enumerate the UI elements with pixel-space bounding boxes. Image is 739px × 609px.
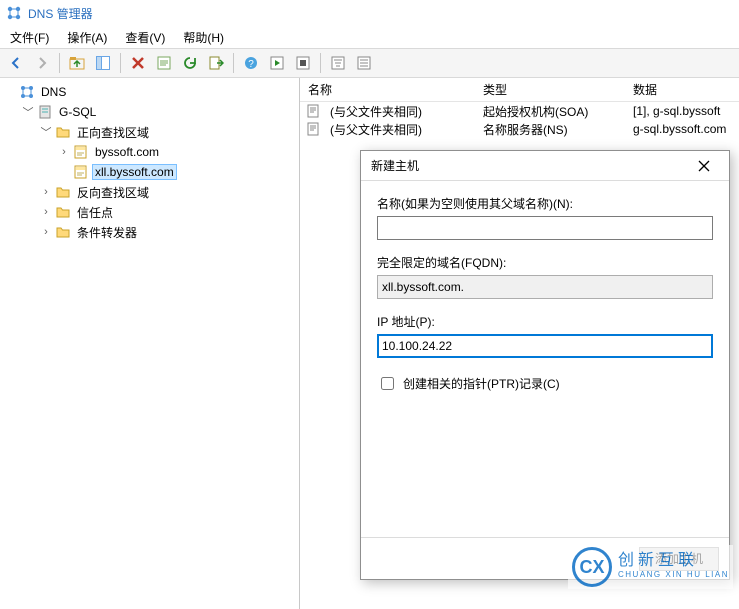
fqdn-label: 完全限定的域名(FQDN): bbox=[377, 254, 713, 271]
export-button[interactable] bbox=[204, 51, 228, 75]
menu-action[interactable]: 操作(A) bbox=[59, 27, 115, 48]
properties-button[interactable] bbox=[152, 51, 176, 75]
tree-node-zone-byssoft[interactable]: › byssoft.com bbox=[58, 142, 299, 162]
tree-label: 条件转发器 bbox=[74, 223, 140, 242]
folder-icon bbox=[55, 204, 71, 220]
ptr-checkbox-row[interactable]: 创建相关的指针(PTR)记录(C) bbox=[377, 374, 713, 393]
folder-icon bbox=[55, 184, 71, 200]
forward-button[interactable] bbox=[30, 51, 54, 75]
list-row[interactable]: (与父文件夹相同) 名称服务器(NS) g-sql.byssoft.com bbox=[300, 120, 739, 138]
tree-node-trust-points[interactable]: › 信任点 bbox=[40, 202, 299, 222]
chevron-right-icon[interactable]: › bbox=[58, 146, 70, 158]
zone-icon bbox=[73, 144, 89, 160]
record-icon bbox=[306, 103, 322, 119]
help-button[interactable]: ? bbox=[239, 51, 263, 75]
ip-input[interactable] bbox=[377, 334, 713, 358]
ptr-checkbox[interactable] bbox=[381, 377, 394, 390]
dialog-title: 新建主机 bbox=[371, 157, 419, 174]
tree-pane[interactable]: DNS ﹀ G-SQL ﹀ bbox=[0, 78, 300, 609]
server-icon bbox=[37, 104, 53, 120]
column-name[interactable]: 名称 bbox=[300, 78, 475, 101]
dialog-body: 名称(如果为空则使用其父域名称)(N): 完全限定的域名(FQDN): IP 地… bbox=[361, 181, 729, 537]
folder-icon bbox=[55, 224, 71, 240]
watermark-text: 创新互联 bbox=[618, 553, 729, 569]
back-button[interactable] bbox=[4, 51, 28, 75]
toolbar: ? bbox=[0, 48, 739, 78]
tree-label: byssoft.com bbox=[92, 144, 162, 160]
menu-bar: 文件(F) 操作(A) 查看(V) 帮助(H) bbox=[0, 26, 739, 48]
separator bbox=[233, 53, 234, 73]
close-button[interactable] bbox=[687, 155, 721, 177]
cell-name: (与父文件夹相同) bbox=[322, 102, 475, 121]
list-row[interactable]: (与父文件夹相同) 起始授权机构(SOA) [1], g-sql.byssoft bbox=[300, 102, 739, 120]
name-label: 名称(如果为空则使用其父域名称)(N): bbox=[377, 195, 713, 212]
tree-label: 正向查找区域 bbox=[74, 123, 152, 142]
dns-root-icon bbox=[19, 84, 35, 100]
zone-icon bbox=[73, 164, 89, 180]
watermark: CX 创新互联 CHUANG XIN HU LIAN bbox=[568, 545, 733, 589]
ptr-label: 创建相关的指针(PTR)记录(C) bbox=[403, 375, 560, 392]
tree-label: DNS bbox=[38, 84, 69, 100]
separator bbox=[59, 53, 60, 73]
menu-help[interactable]: 帮助(H) bbox=[175, 27, 232, 48]
chevron-right-icon[interactable]: › bbox=[40, 226, 52, 238]
tree-label: G-SQL bbox=[56, 104, 99, 120]
tree-node-zone-xll[interactable]: xll.byssoft.com bbox=[58, 162, 299, 182]
tree-label-selected: xll.byssoft.com bbox=[92, 164, 177, 180]
filter-button[interactable] bbox=[326, 51, 350, 75]
stop-button[interactable] bbox=[291, 51, 315, 75]
list-header: 名称 类型 数据 bbox=[300, 78, 739, 102]
menu-view[interactable]: 查看(V) bbox=[117, 27, 173, 48]
chevron-down-icon[interactable]: ﹀ bbox=[22, 106, 34, 118]
up-button[interactable] bbox=[65, 51, 89, 75]
window-title: DNS 管理器 bbox=[28, 5, 93, 22]
separator bbox=[320, 53, 321, 73]
tree-node-forward-zones[interactable]: ﹀ 正向查找区域 bbox=[40, 122, 299, 142]
tree-node-conditional-forwarders[interactable]: › 条件转发器 bbox=[40, 222, 299, 242]
tree-node-server[interactable]: ﹀ G-SQL bbox=[22, 102, 299, 122]
tree-node-reverse-zones[interactable]: › 反向查找区域 bbox=[40, 182, 299, 202]
cell-data: [1], g-sql.byssoft bbox=[625, 103, 739, 119]
new-host-dialog: 新建主机 名称(如果为空则使用其父域名称)(N): 完全限定的域名(FQDN):… bbox=[360, 150, 730, 580]
column-data[interactable]: 数据 bbox=[625, 78, 739, 101]
app-icon bbox=[6, 5, 22, 21]
chevron-down-icon[interactable]: ﹀ bbox=[40, 126, 52, 138]
svg-text:?: ? bbox=[248, 59, 254, 70]
delete-button[interactable] bbox=[126, 51, 150, 75]
dialog-title-bar[interactable]: 新建主机 bbox=[361, 151, 729, 181]
cell-type: 名称服务器(NS) bbox=[475, 120, 625, 139]
separator bbox=[120, 53, 121, 73]
tree-label: 反向查找区域 bbox=[74, 183, 152, 202]
chevron-right-icon[interactable]: › bbox=[40, 186, 52, 198]
tree-label: 信任点 bbox=[74, 203, 116, 222]
watermark-logo-icon: CX bbox=[572, 547, 612, 587]
list-body[interactable]: (与父文件夹相同) 起始授权机构(SOA) [1], g-sql.byssoft… bbox=[300, 102, 739, 138]
ip-label: IP 地址(P): bbox=[377, 313, 713, 330]
cell-data: g-sql.byssoft.com bbox=[625, 121, 739, 137]
menu-file[interactable]: 文件(F) bbox=[2, 27, 57, 48]
fqdn-input bbox=[377, 275, 713, 299]
list-view-button[interactable] bbox=[352, 51, 376, 75]
chevron-right-icon[interactable]: › bbox=[40, 206, 52, 218]
watermark-subtext: CHUANG XIN HU LIAN bbox=[618, 569, 729, 580]
record-icon bbox=[306, 121, 322, 137]
title-bar: DNS 管理器 bbox=[0, 0, 739, 26]
show-hide-tree-button[interactable] bbox=[91, 51, 115, 75]
cell-name: (与父文件夹相同) bbox=[322, 120, 475, 139]
name-input[interactable] bbox=[377, 216, 713, 240]
folder-icon bbox=[55, 124, 71, 140]
column-type[interactable]: 类型 bbox=[475, 78, 625, 101]
play-button[interactable] bbox=[265, 51, 289, 75]
refresh-button[interactable] bbox=[178, 51, 202, 75]
tree-node-dns[interactable]: DNS bbox=[4, 82, 299, 102]
list-pane: 名称 类型 数据 (与父文件夹相同) 起始授权机构(SOA) [1], g-sq… bbox=[300, 78, 739, 609]
cell-type: 起始授权机构(SOA) bbox=[475, 102, 625, 121]
close-icon bbox=[698, 160, 710, 172]
